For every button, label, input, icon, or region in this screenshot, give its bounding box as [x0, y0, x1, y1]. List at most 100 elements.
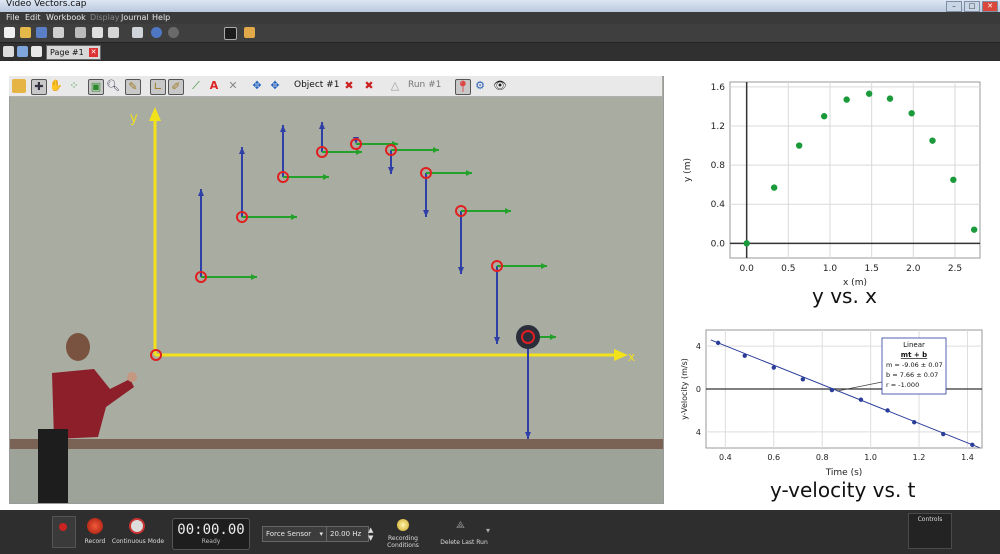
remove-object-icon[interactable]: ✥ — [268, 79, 282, 93]
delete-icon[interactable]: ✕ — [226, 79, 240, 93]
data-point[interactable] — [829, 387, 835, 393]
timer-display: 00:00.00 Ready — [172, 518, 250, 550]
add-point-icon[interactable]: ✚ — [31, 79, 47, 95]
fit-correlation: r = -1.000 — [886, 381, 919, 389]
y-axis-label: y (m) — [683, 158, 693, 182]
maximize-button[interactable]: □ — [964, 1, 980, 12]
copy-icon[interactable] — [92, 27, 103, 38]
menu-bar: File Edit Workbook Display Journal Help — [0, 12, 1000, 24]
menu-journal[interactable]: Journal — [121, 13, 149, 22]
data-point[interactable] — [885, 408, 890, 413]
sample-rate-value: 20.00 Hz — [330, 530, 362, 538]
close-window-button[interactable]: ✕ — [982, 1, 998, 12]
select-region-icon[interactable]: ▣ — [88, 79, 104, 95]
x-tick-label: 0.5 — [781, 264, 795, 274]
data-collection-bar: Record Continuous Mode — [0, 510, 1000, 554]
y-tick-label: 0 — [696, 385, 701, 394]
undo-icon[interactable] — [151, 27, 162, 38]
data-point[interactable] — [800, 377, 806, 382]
page-icon[interactable] — [3, 46, 14, 57]
camera-icon[interactable] — [224, 27, 237, 40]
menu-edit[interactable]: Edit — [25, 13, 41, 22]
delete-object-icon[interactable]: ✖ — [362, 79, 376, 93]
measure-icon[interactable]: ⟋ — [189, 79, 203, 93]
record-button[interactable] — [87, 518, 103, 534]
pin-icon[interactable]: 📍︎ — [455, 79, 471, 95]
close-tab-icon[interactable]: ✕ — [89, 48, 98, 57]
text-tool-icon[interactable]: A — [207, 79, 221, 93]
data-point[interactable] — [970, 226, 978, 233]
paste-icon[interactable] — [108, 27, 119, 38]
data-point[interactable] — [929, 137, 936, 144]
data-point[interactable] — [858, 397, 864, 402]
continuous-mode-icon[interactable] — [129, 518, 145, 534]
clear-points-icon[interactable]: ✖ — [342, 79, 356, 93]
page-tools-icon[interactable] — [17, 46, 28, 57]
data-point[interactable] — [743, 240, 750, 247]
eye-icon[interactable]: 👁︎ — [493, 79, 507, 93]
fit-type: Linear — [903, 341, 925, 349]
sample-rate-field[interactable]: 20.00 Hz — [326, 526, 369, 542]
object-selector[interactable]: Object #1 — [294, 80, 339, 90]
rate-stepper[interactable]: ▲ ▼ — [368, 526, 376, 542]
data-point[interactable] — [795, 142, 803, 149]
cut-icon[interactable] — [75, 27, 86, 38]
set-origin-icon[interactable]: ∟ — [150, 79, 166, 95]
redo-icon[interactable] — [168, 27, 179, 38]
menu-help[interactable]: Help — [152, 13, 170, 22]
x-tick-label: 0.8 — [816, 453, 829, 462]
add-object-icon[interactable]: ✥ — [250, 79, 264, 93]
auto-track-icon[interactable]: ⁘ — [67, 79, 81, 93]
data-point[interactable] — [950, 176, 957, 183]
y-tick-label: 4 — [696, 342, 701, 351]
data-point[interactable] — [886, 95, 894, 102]
data-point[interactable] — [770, 184, 778, 191]
open-folder-icon[interactable] — [20, 27, 31, 38]
new-file-icon[interactable] — [4, 27, 15, 38]
data-point[interactable] — [908, 110, 915, 117]
add-page-icon[interactable] — [31, 46, 42, 57]
menu-workbook[interactable]: Workbook — [46, 13, 86, 22]
properties-icon[interactable] — [132, 27, 143, 38]
data-point[interactable] — [715, 340, 721, 346]
collection-toggle[interactable] — [52, 516, 76, 548]
data-point[interactable] — [742, 353, 747, 358]
journal-icon[interactable] — [244, 27, 255, 38]
data-point[interactable] — [771, 365, 776, 370]
minimize-button[interactable]: – — [946, 1, 962, 12]
sensor-select-label: Force Sensor — [266, 530, 312, 538]
save-icon[interactable] — [36, 27, 47, 38]
open-video-icon[interactable] — [12, 79, 26, 93]
x-tick-label: 1.4 — [961, 453, 974, 462]
data-point[interactable] — [843, 96, 850, 103]
mode-label: Continuous Mode — [111, 538, 165, 545]
calibrate-icon[interactable]: ✎ — [125, 79, 141, 95]
y-tick-label: 0.0 — [711, 239, 726, 249]
controls-panel[interactable]: Controls — [908, 513, 952, 549]
sensor-select[interactable]: Force Sensor ▾ — [262, 526, 327, 542]
delete-run-chevron-icon[interactable]: ▾ — [486, 526, 490, 535]
delete-run-icon[interactable]: ⟁ — [456, 521, 468, 531]
data-point[interactable] — [970, 442, 975, 447]
hand-tool-icon[interactable]: ✋ — [49, 79, 63, 93]
recording-conditions-icon[interactable] — [397, 519, 409, 531]
print-icon[interactable] — [53, 27, 64, 38]
menu-display[interactable]: Display — [90, 13, 120, 22]
data-point[interactable] — [820, 113, 828, 120]
video-panel[interactable]: y x — [9, 76, 664, 504]
chart-title-vy-vs-t: y-velocity vs. t — [770, 478, 916, 502]
video-frame: y x — [10, 97, 663, 503]
data-point[interactable] — [865, 90, 873, 97]
run-selector[interactable]: Run #1 — [408, 80, 441, 90]
zoom-icon[interactable]: 🔍︎ — [106, 79, 120, 93]
ruler-icon[interactable]: ✐ — [168, 79, 184, 95]
y-tick-label: 0.4 — [711, 200, 726, 210]
ball — [516, 325, 540, 349]
data-point[interactable] — [912, 420, 917, 425]
x-axis-label: x — [628, 350, 635, 364]
tab-page-1[interactable]: Page #1 ✕ — [46, 45, 101, 60]
menu-file[interactable]: File — [6, 13, 19, 22]
settings-gear-icon[interactable]: ⚙ — [473, 79, 487, 93]
data-point[interactable] — [941, 431, 946, 437]
chart-vy-vs-t: 0.4 0.6 0.8 1.0 1.2 1.4 4 0 4 Time (s) y-Velocity … — [680, 329, 983, 478]
